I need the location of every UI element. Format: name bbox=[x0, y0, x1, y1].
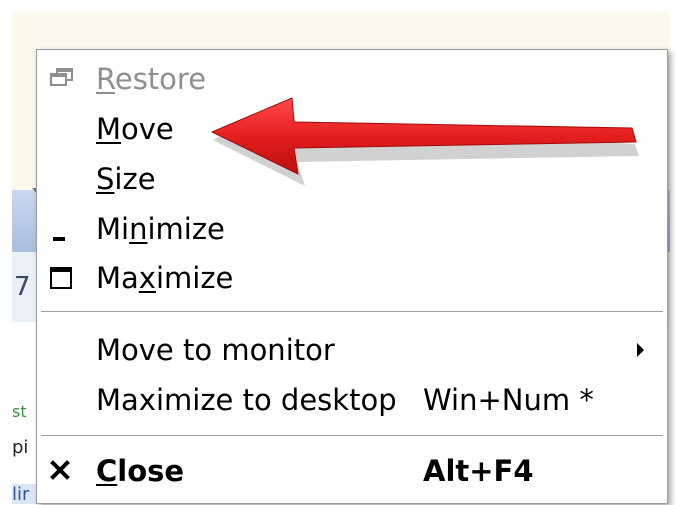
maximize-icon bbox=[45, 256, 79, 300]
menu-item-maximize-to-desktop-label: Maximize to desktop bbox=[96, 383, 397, 417]
menu-item-move-to-monitor[interactable]: Move to monitor bbox=[37, 328, 667, 372]
menu-item-size-label: Size bbox=[96, 162, 156, 196]
menu-item-maximize[interactable]: Maximize bbox=[37, 256, 667, 300]
menu-item-close-shortcut: Alt+F4 bbox=[423, 454, 534, 488]
menu-item-maximize-to-desktop-shortcut: Win+Num * bbox=[423, 383, 594, 417]
callout-arrow-icon bbox=[210, 97, 639, 186]
minimize-icon bbox=[45, 207, 79, 251]
menu-item-close[interactable]: Close Alt+F4 bbox=[37, 449, 667, 493]
restore-icon bbox=[45, 57, 79, 101]
menu-item-move-to-monitor-label: Move to monitor bbox=[96, 333, 335, 367]
background-tab-text: 7 bbox=[14, 272, 31, 302]
menu-item-minimize[interactable]: Minimize bbox=[37, 207, 667, 251]
submenu-arrow-icon bbox=[637, 343, 644, 357]
menu-item-maximize-to-desktop[interactable]: Maximize to desktop Win+Num * bbox=[37, 378, 667, 422]
menu-separator bbox=[41, 311, 663, 312]
close-icon bbox=[45, 449, 79, 493]
menu-item-maximize-label: Maximize bbox=[96, 261, 234, 295]
background-label-a: st bbox=[12, 402, 27, 421]
menu-item-close-label: Close bbox=[96, 454, 185, 488]
background-label-b: pi bbox=[12, 437, 29, 458]
menu-item-move-label: Move bbox=[96, 112, 174, 146]
menu-item-restore-label: Restore bbox=[96, 62, 207, 96]
menu-separator bbox=[41, 435, 663, 436]
menu-item-minimize-label: Minimize bbox=[96, 212, 225, 246]
